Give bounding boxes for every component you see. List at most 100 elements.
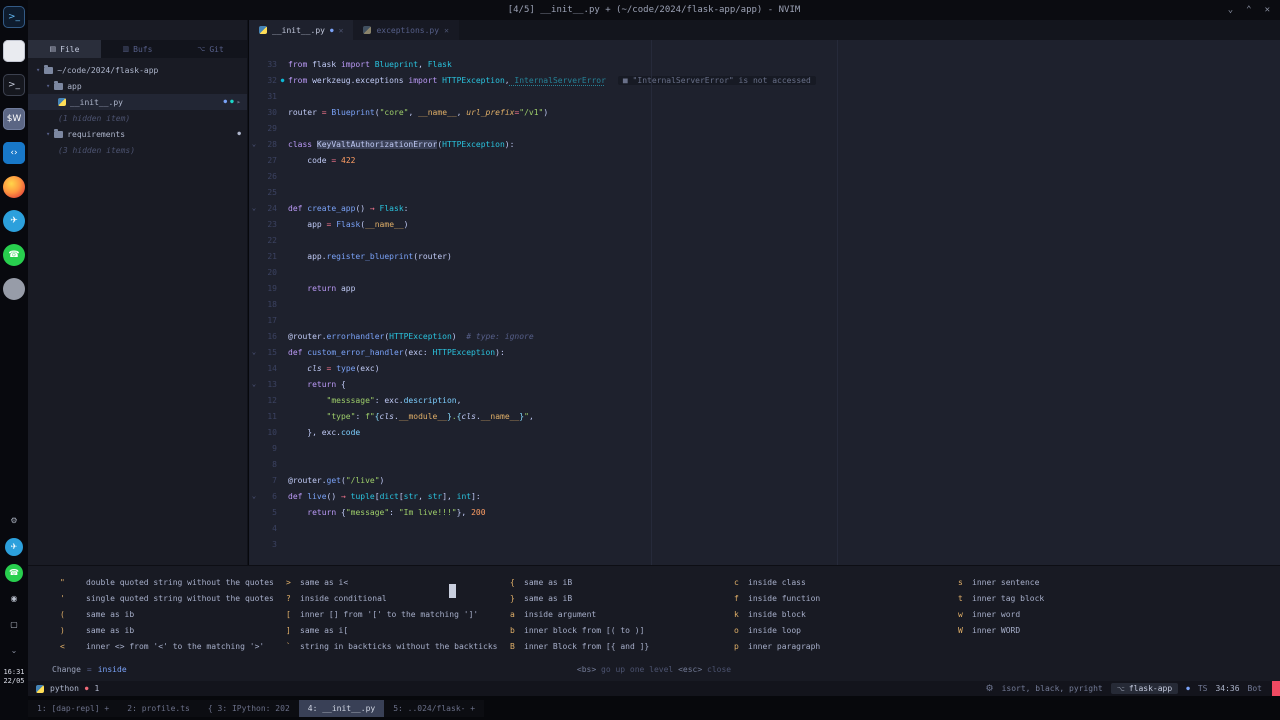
tabline: 1: [dap-repl] +2: profile.ts{ 3: IPython… xyxy=(28,700,1280,717)
display-tray-icon[interactable]: ▢ xyxy=(5,616,23,634)
code-line[interactable]: 18 xyxy=(249,296,1280,312)
sidebar-tab-bufs[interactable]: ▥ Bufs xyxy=(101,40,174,58)
code-line[interactable]: 25 xyxy=(249,184,1280,200)
close-icon[interactable]: ✕ xyxy=(339,26,344,35)
fold-marker-icon: ⌄ xyxy=(251,140,257,148)
tray-collapse-icon[interactable]: ⌄ xyxy=(5,642,23,660)
folder-icon xyxy=(54,128,64,138)
statusline-language: python xyxy=(50,684,79,693)
hint-description: same as i[ xyxy=(300,625,349,635)
code-line[interactable]: ⌄ 24 def create_app() → Flask: xyxy=(249,200,1280,216)
telegram-icon[interactable]: ✈ xyxy=(3,210,25,232)
code-line[interactable]: ⌄ 13 return { xyxy=(249,376,1280,392)
tree-item-__init__.py[interactable]: __init__.py ● ● ▸ xyxy=(28,94,247,110)
sw-app-icon[interactable]: $W xyxy=(3,108,25,130)
system-settings-icon[interactable]: ⚙ xyxy=(5,512,23,530)
light-terminal-icon[interactable] xyxy=(3,40,25,62)
chevron-right-icon: ▸ xyxy=(236,98,241,106)
code-line[interactable]: 7 @router.get("/live") xyxy=(249,472,1280,488)
tree-item-1hiddenitem[interactable]: (1 hidden item) xyxy=(28,110,247,126)
hint-description: same as iB xyxy=(524,593,573,603)
sidebar-tab-file[interactable]: ▤ File xyxy=(28,40,101,58)
firefox-icon[interactable] xyxy=(3,176,25,198)
textobject-hint: [inner [] from '[' to the matching ']' xyxy=(286,606,497,622)
close-icon[interactable]: ✕ xyxy=(1265,5,1270,15)
code-line[interactable]: 14 cls = type(exc) xyxy=(249,360,1280,376)
code-line[interactable]: 17 xyxy=(249,312,1280,328)
vim-tab[interactable]: 2: profile.ts xyxy=(118,700,199,717)
code-line[interactable]: 4 xyxy=(249,520,1280,536)
hint-description: inside block xyxy=(748,609,806,619)
code-line[interactable]: ⌄ 28 class KeyValtAuthorizationError(HTTPE… xyxy=(249,136,1280,152)
hint-key: { xyxy=(510,577,515,587)
line-number: 4 xyxy=(272,523,277,533)
tree-item-3hiddenitems[interactable]: (3 hidden items) xyxy=(28,142,247,158)
hint-description: inside function xyxy=(748,593,821,603)
code-line[interactable]: 5 return {"message": "Im live!!!"}, 200 xyxy=(249,504,1280,520)
hint-description: inner sentence xyxy=(972,577,1040,587)
code-line[interactable]: 21 app.register_blueprint(router) xyxy=(249,248,1280,264)
vscode-icon[interactable]: ‹› xyxy=(3,142,25,164)
code-line[interactable]: 19 return app xyxy=(249,280,1280,296)
code-line[interactable]: 20 xyxy=(249,264,1280,280)
hint-description: inner paragraph xyxy=(748,641,821,651)
mode-indicator-block xyxy=(1272,681,1280,696)
close-icon[interactable]: ✕ xyxy=(444,26,449,35)
code-line[interactable]: 23 app = Flask(__name__) xyxy=(249,216,1280,232)
modified-dot-icon: ● xyxy=(329,26,334,34)
textobject-hint: f inside function xyxy=(734,590,820,606)
code-line[interactable]: 22 xyxy=(249,232,1280,248)
microphone-tray-icon[interactable]: ◉ xyxy=(5,590,23,608)
terminal-app-icon[interactable]: >_ xyxy=(3,6,25,28)
code-line[interactable]: 12 "messsage": exc.description, xyxy=(249,392,1280,408)
vim-tab[interactable]: 4: __init__.py xyxy=(298,700,385,717)
code-line[interactable]: 32 ● from werkzeug.exceptions import HTTPE… xyxy=(249,72,1280,88)
code-line[interactable]: ⌄ 15 def custom_error_handler(exc: HTTPExc… xyxy=(249,344,1280,360)
buffer-tab-__init__.py[interactable]: __init__.py ● ✕ xyxy=(249,20,354,40)
tree-item-requirements[interactable]: ▾ requirements ● xyxy=(28,126,247,142)
line-number: 10 xyxy=(267,427,277,437)
hint-description: same as i< xyxy=(300,577,349,587)
sidebar-tab-git[interactable]: ⌥ Git xyxy=(174,40,247,58)
line-number: 16 xyxy=(267,331,277,341)
hint-description: inner block from [( to )] xyxy=(524,625,645,635)
code-line[interactable]: 11 "type": f"{cls.__module__}.{cls.__nam… xyxy=(249,408,1280,424)
vim-tab[interactable]: 1: [dap-repl] + xyxy=(28,700,118,717)
tree-root[interactable]: ▾ ~/code/2024/flask-app xyxy=(28,62,247,78)
tree-item-app[interactable]: ▾ app xyxy=(28,78,247,94)
buffer-tab-exceptions.py[interactable]: exceptions.py ✕ xyxy=(353,20,459,40)
code-line[interactable]: 27 code = 422 xyxy=(249,152,1280,168)
hint-key: B xyxy=(510,641,515,651)
line-number: 30 xyxy=(267,107,277,117)
code-line[interactable]: ⌄ 6 def live() → tuple[dict[str, str], int… xyxy=(249,488,1280,504)
code-line[interactable]: 26 xyxy=(249,168,1280,184)
line-number: 3 xyxy=(272,539,277,549)
whatsapp-tray-icon[interactable]: ☎ xyxy=(5,564,23,582)
maximize-icon[interactable]: ⌃ xyxy=(1246,5,1251,15)
dark-terminal-icon[interactable]: >_ xyxy=(3,74,25,96)
whatsapp-icon[interactable]: ☎ xyxy=(3,244,25,266)
vim-tab[interactable]: 5: ..024/flask- + xyxy=(384,700,484,717)
color-column xyxy=(651,40,652,565)
code-line[interactable]: 16 @router.errorhandler(HTTPException) # … xyxy=(249,328,1280,344)
code-line[interactable]: 31 xyxy=(249,88,1280,104)
grey-app-icon[interactable] xyxy=(3,278,25,300)
telegram-tray-icon[interactable]: ✈ xyxy=(5,538,23,556)
code-line[interactable]: 33 from flask import Blueprint, Flask xyxy=(249,56,1280,72)
dock-top-icons: >_ >_ $W ‹› ✈ ☎ xyxy=(3,6,25,300)
minimize-icon[interactable]: ⌄ xyxy=(1228,5,1233,15)
code-line[interactable]: 3 xyxy=(249,536,1280,552)
code-line[interactable]: 9 xyxy=(249,440,1280,456)
code-line[interactable]: 8 xyxy=(249,456,1280,472)
vim-tab[interactable]: { 3: IPython: 202 xyxy=(199,700,299,717)
code-line[interactable]: 10 }, exc.code xyxy=(249,424,1280,440)
hint-key: < xyxy=(60,641,65,651)
line-number: 28 xyxy=(267,139,277,149)
code-area[interactable]: 33 from flask import Blueprint, Flask 32 ● f… xyxy=(249,40,1280,552)
code-line[interactable]: 29 xyxy=(249,120,1280,136)
code-line[interactable]: 30 router = Blueprint("core", __name__, u… xyxy=(249,104,1280,120)
tree-root-label: ~/code/2024/flask-app xyxy=(57,65,159,75)
file-explorer-sidebar: ▤ File ▥ Bufs ⌥ Git ▾ ~/code/2024/flask-app ▾… xyxy=(28,20,248,565)
line-number: 19 xyxy=(267,283,277,293)
hint-key: " xyxy=(60,577,65,587)
